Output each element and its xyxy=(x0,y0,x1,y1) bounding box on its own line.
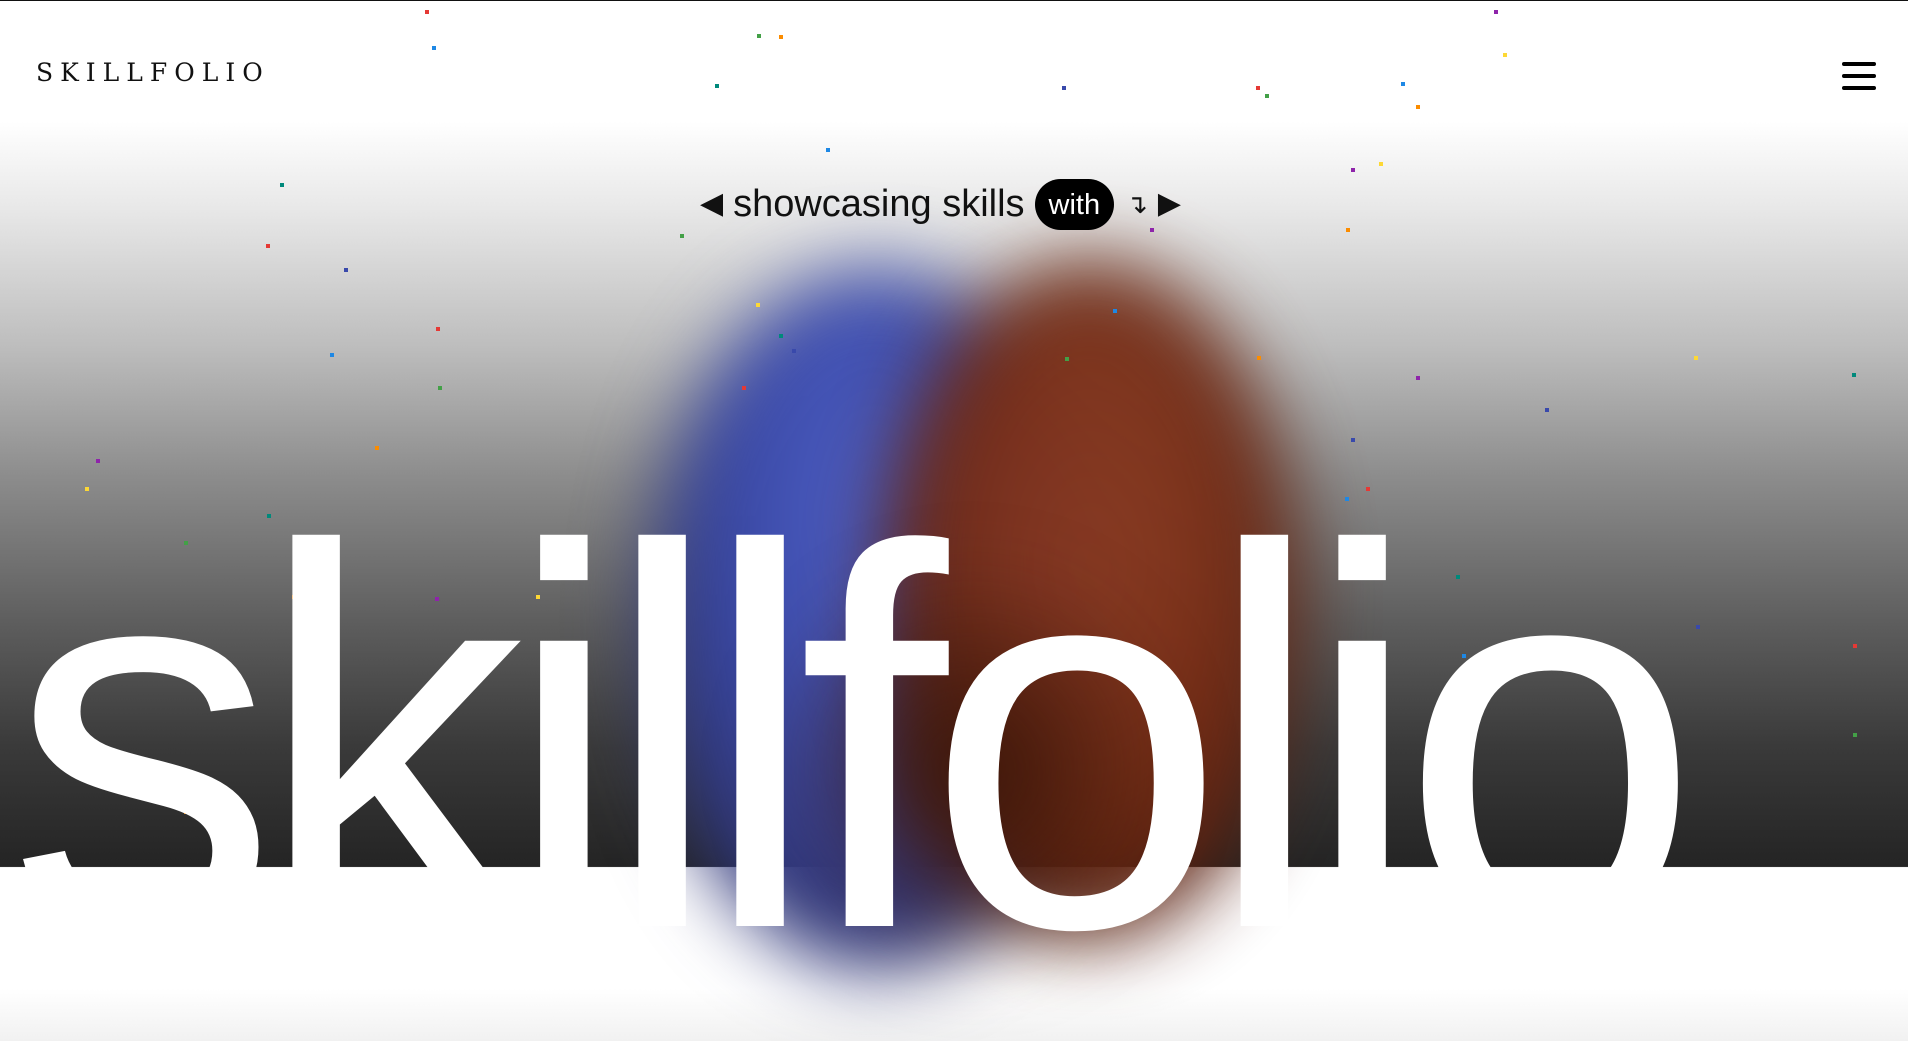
confetti-dot xyxy=(438,386,442,390)
confetti-dot xyxy=(425,10,429,14)
confetti-dot xyxy=(267,514,271,518)
confetti-dot xyxy=(85,487,89,491)
confetti-dot xyxy=(266,244,270,248)
next-arrow-icon[interactable]: ▶ xyxy=(1158,189,1181,219)
confetti-dot xyxy=(1346,228,1350,232)
hamburger-menu-icon[interactable] xyxy=(1842,62,1876,92)
confetti-dot xyxy=(826,148,830,152)
confetti-dot xyxy=(1257,356,1261,360)
tagline-carousel: ◀ showcasing skills with ↴ ▶ xyxy=(700,172,1181,236)
tagline-pill: with xyxy=(1034,178,1115,230)
confetti-dot xyxy=(756,303,760,307)
confetti-dot xyxy=(1694,356,1698,360)
confetti-dot xyxy=(1853,733,1857,737)
confetti-dot xyxy=(1853,644,1857,648)
confetti-dot xyxy=(1367,758,1371,762)
confetti-dot xyxy=(1401,82,1405,86)
turn-down-arrow-icon: ↴ xyxy=(1126,188,1148,219)
confetti-dot xyxy=(715,84,719,88)
confetti-dot xyxy=(1256,86,1260,90)
prev-arrow-icon[interactable]: ◀ xyxy=(700,189,723,219)
confetti-dot xyxy=(1503,53,1507,57)
confetti-dot xyxy=(1852,373,1856,377)
confetti-dot xyxy=(280,183,284,187)
confetti-dot xyxy=(1351,168,1355,172)
confetti-dot xyxy=(184,541,188,545)
confetti-dot xyxy=(432,46,436,50)
confetti-dot xyxy=(184,810,188,814)
confetti-dot xyxy=(1379,162,1383,166)
confetti-dot xyxy=(1265,94,1269,98)
top-border xyxy=(0,0,1908,1)
confetti-dot xyxy=(330,353,334,357)
confetti-dot xyxy=(757,34,761,38)
confetti-dot xyxy=(375,446,379,450)
confetti-dot xyxy=(680,234,684,238)
confetti-dot xyxy=(1494,10,1498,14)
confetti-dot xyxy=(1351,438,1355,442)
confetti-dot xyxy=(1416,105,1420,109)
confetti-dot xyxy=(1462,654,1466,658)
confetti-dot xyxy=(435,597,439,601)
confetti-dot xyxy=(1456,575,1460,579)
confetti-dot xyxy=(779,35,783,39)
confetti-dot xyxy=(436,327,440,331)
confetti-dot xyxy=(1062,86,1066,90)
confetti-dot xyxy=(344,268,348,272)
confetti-dot xyxy=(96,459,100,463)
confetti-dot xyxy=(1696,625,1700,629)
tagline-text: showcasing skills xyxy=(733,183,1025,225)
confetti-dot xyxy=(292,595,296,599)
site-logo[interactable]: SKILLFOLIO xyxy=(36,58,270,87)
confetti-dot xyxy=(1416,376,1420,380)
confetti-dot xyxy=(1545,408,1549,412)
confetti-dot xyxy=(1345,497,1349,501)
dark-gradient-blob xyxy=(760,560,1180,980)
confetti-dot xyxy=(1366,487,1370,491)
confetti-dot xyxy=(536,595,540,599)
